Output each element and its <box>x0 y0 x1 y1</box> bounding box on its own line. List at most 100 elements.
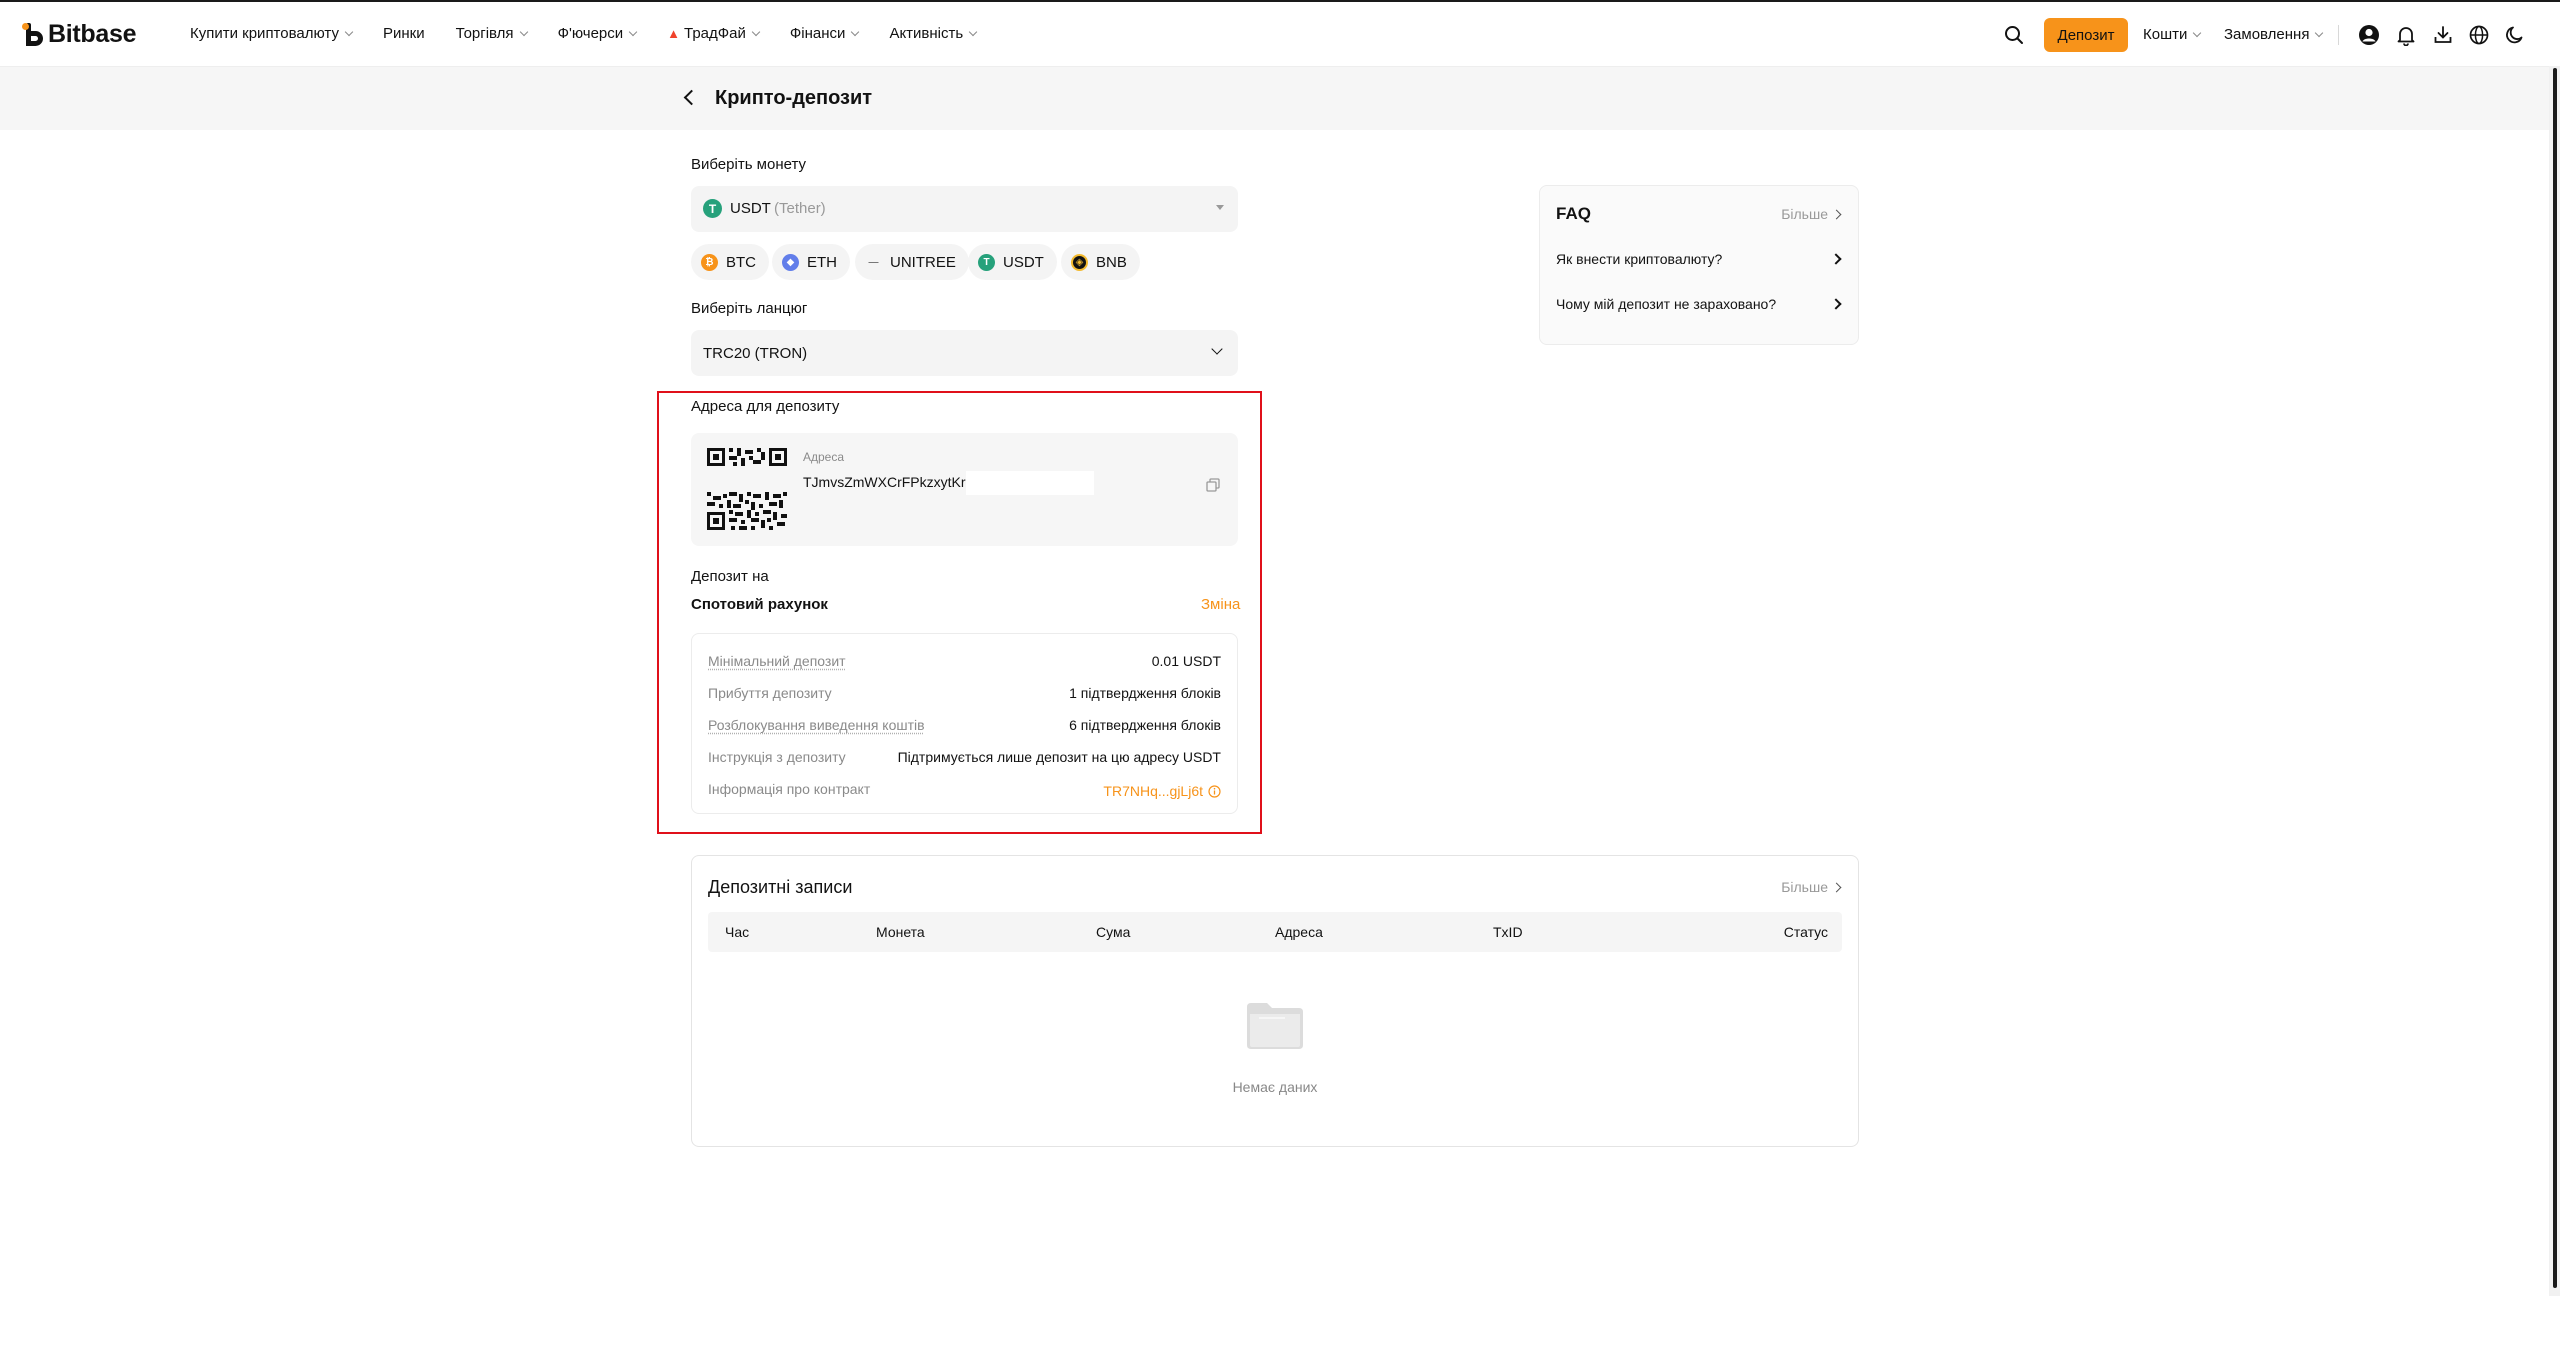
nav-markets[interactable]: Ринки <box>383 25 425 42</box>
info-key: Інформація про контракт <box>708 781 871 797</box>
copy-icon[interactable] <box>1206 478 1220 492</box>
chevron-right-icon <box>1831 882 1842 892</box>
chip-label: USDT <box>1003 253 1044 271</box>
chip-label: BTC <box>726 253 756 271</box>
records-more-link[interactable]: Більше <box>1781 879 1842 895</box>
info-row: Прибуття депозиту 1 підтвердження блоків <box>708 685 1221 705</box>
info-row: Мінімальний депозит 0.01 USDT <box>708 653 1221 673</box>
column-header: Сума <box>1096 924 1131 940</box>
search-icon[interactable] <box>2003 24 2025 46</box>
chevron-down-icon <box>1211 343 1223 355</box>
nav-finance[interactable]: Фінанси <box>789 25 860 42</box>
deposit-button[interactable]: Депозит <box>2044 18 2128 52</box>
info-row: Інформація про контракт TR7NHq...gjLj6t <box>708 781 1221 801</box>
contract-address: TR7NHq...gjLj6t <box>1103 783 1203 799</box>
nav-activity[interactable]: Активність <box>889 25 978 42</box>
nav-label: Торгівля <box>455 25 514 42</box>
bell-icon[interactable] <box>2395 24 2417 46</box>
column-header: TxID <box>1493 924 1523 940</box>
chip-label: UNITREE <box>890 253 956 271</box>
contract-link[interactable]: TR7NHq...gjLj6t <box>1103 781 1221 801</box>
faq-more-link[interactable]: Більше <box>1781 206 1842 222</box>
chevron-down-icon <box>628 27 638 36</box>
nav-label: Фінанси <box>789 25 846 42</box>
chevron-down-icon <box>2315 28 2324 37</box>
more-label: Більше <box>1781 879 1828 895</box>
deposit-address-label: Адреса для депозиту <box>691 398 840 415</box>
header-divider <box>2338 25 2339 45</box>
main-nav: Купити криптовалюту Ринки Торгівля Ф'юче… <box>190 25 1007 42</box>
address-caption: Адреса <box>803 450 845 464</box>
chevron-down-icon <box>751 27 761 36</box>
coin-select[interactable]: T USDT (Tether) <box>691 186 1238 232</box>
nav-label: Активність <box>889 25 964 42</box>
funds-label: Кошти <box>2143 26 2188 43</box>
quick-coin-eth[interactable]: ◆ ETH <box>772 244 850 280</box>
change-account-link[interactable]: Зміна <box>1201 596 1240 613</box>
faq-item[interactable]: Чому мій депозит не зараховано? <box>1556 296 1842 312</box>
quick-coin-usdt[interactable]: T USDT <box>968 244 1057 280</box>
deposit-info-card: Мінімальний депозит 0.01 USDT Прибуття д… <box>691 633 1238 814</box>
address-redaction <box>966 471 1094 495</box>
tether-icon: T <box>703 199 722 218</box>
column-header: Час <box>725 924 750 940</box>
nav-tradfi[interactable]: ▲ ТрадФай <box>667 25 761 42</box>
bitbase-logo[interactable]: Bitbase <box>22 20 137 49</box>
faq-question: Чому мій депозит не зараховано? <box>1556 296 1777 312</box>
bnb-icon: ◈ <box>1071 253 1088 271</box>
info-row: Інструкція з депозиту Підтримується лише… <box>708 749 1221 769</box>
nav-label: ТрадФай <box>684 25 746 42</box>
empty-state-text: Немає даних <box>1232 1079 1318 1095</box>
chevron-right-icon <box>1830 298 1842 310</box>
chain-select[interactable]: TRC20 (TRON) <box>691 330 1238 376</box>
coin-name: (Tether) <box>774 200 826 217</box>
faq-item[interactable]: Як внести криптовалюту? <box>1556 251 1842 267</box>
chevron-down-icon <box>968 27 978 36</box>
orders-label: Замовлення <box>2224 26 2310 43</box>
quick-coin-unitree[interactable]: — UNITREE <box>855 244 969 280</box>
logo-text: Bitbase <box>48 20 137 48</box>
deposit-to-label: Депозит на <box>691 568 769 585</box>
info-value: 0.01 USDT <box>1151 653 1221 669</box>
page-title: Крипто-депозит <box>715 87 873 109</box>
funds-menu[interactable]: Кошти <box>2143 26 2202 43</box>
address-value[interactable]: TJmvsZmWXCrFPkzxytKr <box>803 474 966 490</box>
user-icon[interactable] <box>2358 24 2380 46</box>
quick-coin-btc[interactable]: ₿ BTC <box>691 244 769 280</box>
orders-menu[interactable]: Замовлення <box>2224 26 2324 43</box>
info-value: 1 підтвердження блоків <box>1069 685 1221 701</box>
info-key[interactable]: Розблокування виведення коштів <box>708 717 925 737</box>
chip-label: BNB <box>1096 253 1127 271</box>
info-key: Інструкція з депозиту <box>708 749 846 765</box>
empty-folder-icon <box>1247 1003 1303 1049</box>
back-arrow-icon[interactable] <box>683 89 700 106</box>
info-key[interactable]: Мінімальний депозит <box>708 653 846 673</box>
globe-icon[interactable] <box>2468 24 2490 46</box>
coin-symbol: USDT <box>730 200 771 217</box>
top-header: Bitbase Купити криптовалюту Ринки Торгів… <box>0 0 2560 66</box>
quick-coin-bnb[interactable]: ◈ BNB <box>1061 244 1140 280</box>
chevron-down-icon <box>344 27 354 36</box>
nav-trade[interactable]: Торгівля <box>455 25 528 42</box>
chevron-down-icon <box>2193 28 2202 37</box>
nav-buy-crypto[interactable]: Купити криптовалюту <box>190 25 354 42</box>
coin-select-label: Виберіть монету <box>691 156 806 173</box>
column-header: Монета <box>876 924 925 940</box>
column-header: Статус <box>1783 924 1828 940</box>
page-subheader: Крипто-депозит <box>0 66 2550 130</box>
nav-futures[interactable]: Ф'ючерси <box>557 25 638 42</box>
chevron-right-icon <box>1830 253 1842 265</box>
unitree-icon: — <box>868 256 879 268</box>
nav-label: Ф'ючерси <box>557 25 624 42</box>
chevron-down-icon <box>851 27 860 36</box>
chip-label: ETH <box>807 253 837 271</box>
more-label: Більше <box>1781 206 1828 222</box>
deposit-records-panel: Депозитні записи Більше Час Монета Сума … <box>691 855 1859 1147</box>
qr-code[interactable] <box>706 447 788 531</box>
download-icon[interactable] <box>2432 24 2454 46</box>
scrollbar-thumb[interactable] <box>2553 68 2557 1288</box>
info-circle-icon <box>1208 784 1221 798</box>
account-name: Спотовий рахунок <box>691 596 828 613</box>
faq-panel: FAQ Більше Як внести криптовалюту? Чому … <box>1539 185 1859 345</box>
moon-icon[interactable] <box>2504 24 2526 46</box>
